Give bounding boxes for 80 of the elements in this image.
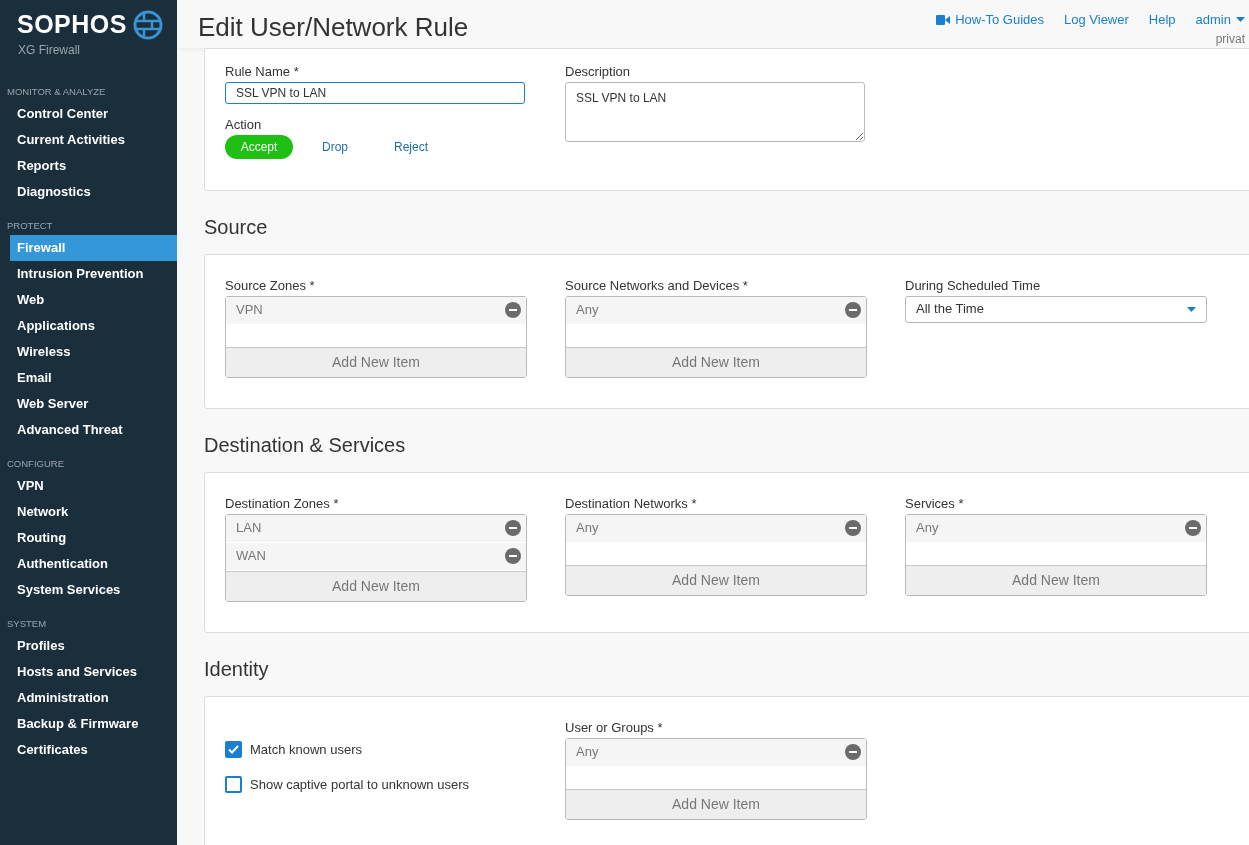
page-title: Edit User/Network Rule xyxy=(198,11,469,44)
checkbox[interactable] xyxy=(225,776,242,794)
nav-section-heading: PROTECT xyxy=(6,219,54,234)
nav-item[interactable]: Current Activities xyxy=(10,127,177,153)
caret-icon xyxy=(1187,306,1196,312)
field-label: Rule Name * xyxy=(225,62,300,81)
section-title: Identity xyxy=(204,656,270,682)
field-label: Services * xyxy=(905,494,965,513)
nav-item[interactable]: Reports xyxy=(10,153,177,179)
field-label: Source Networks and Devices * xyxy=(565,276,749,295)
checkbox-label: Show captive portal to unknown users xyxy=(250,776,469,794)
add-item-button[interactable]: Add New Item xyxy=(906,564,1206,595)
header-link[interactable]: admin xyxy=(1195,10,1245,30)
nav-item[interactable]: Backup & Firmware xyxy=(10,711,177,737)
nav-section-heading: MONITOR & ANALYZE xyxy=(6,85,107,100)
nav-item[interactable]: Administration xyxy=(10,685,177,711)
add-item-button[interactable]: Add New Item xyxy=(566,564,866,595)
nav-item[interactable]: Advanced Threat xyxy=(10,417,177,443)
add-item-button[interactable]: Add New Item xyxy=(566,788,866,819)
field-label: User or Groups * xyxy=(565,718,664,737)
nav-section-heading: SYSTEM xyxy=(6,617,48,632)
schedule-dropdown[interactable]: All the Time xyxy=(905,295,1207,323)
globe-icon xyxy=(133,9,163,40)
field-label: Destination Zones * xyxy=(225,494,340,513)
add-item-button[interactable]: Add New Item xyxy=(566,346,866,377)
checkbox[interactable] xyxy=(225,740,242,758)
list-item[interactable]: Any xyxy=(566,296,866,325)
list-item[interactable]: LAN xyxy=(226,514,526,543)
nav-item[interactable]: Web xyxy=(10,287,177,313)
nav-item[interactable]: Email xyxy=(10,365,177,391)
header-link[interactable]: How-To Guides xyxy=(936,10,1044,30)
input-field[interactable]: SSL VPN to LAN xyxy=(225,81,525,104)
nav-item[interactable]: Intrusion Prevention xyxy=(10,261,177,287)
remove-icon[interactable] xyxy=(505,548,521,564)
checkbox-label: Match known users xyxy=(250,740,362,759)
nav-item[interactable]: Certificates xyxy=(10,737,177,763)
description-field[interactable]: SSL VPN to LAN xyxy=(565,81,865,142)
nav-section-heading: CONFIGURE xyxy=(6,457,65,472)
field-label: Action xyxy=(225,115,263,134)
nav-item[interactable]: Applications xyxy=(10,313,177,339)
nav-item[interactable]: Routing xyxy=(10,525,177,551)
nav-item[interactable]: Diagnostics xyxy=(10,179,177,205)
nav-item[interactable]: Authentication xyxy=(10,551,177,577)
nav-item[interactable]: System Services xyxy=(10,577,177,603)
field-label: Destination Networks * xyxy=(565,494,698,513)
remove-icon[interactable] xyxy=(1185,520,1201,536)
nav-item[interactable]: Profiles xyxy=(10,633,177,659)
remove-icon[interactable] xyxy=(505,302,521,318)
nav-item[interactable]: Wireless xyxy=(10,339,177,365)
section-title: Destination & Services xyxy=(204,432,407,458)
remove-icon[interactable] xyxy=(845,520,861,536)
video-camera-icon xyxy=(936,14,951,25)
action-toggle[interactable]: Drop xyxy=(301,134,369,159)
list-item[interactable]: Any xyxy=(566,738,866,767)
remove-icon[interactable] xyxy=(845,302,861,318)
user-subtitle: privat xyxy=(1215,30,1245,48)
nav-item[interactable]: Control Center xyxy=(10,101,177,127)
header-link[interactable]: Log Viewer xyxy=(1064,10,1129,30)
action-toggle[interactable]: Reject xyxy=(377,134,445,159)
add-item-button[interactable]: Add New Item xyxy=(226,570,526,601)
remove-icon[interactable] xyxy=(505,520,521,536)
section-title: Source xyxy=(204,214,269,240)
nav-item[interactable]: Web Server xyxy=(10,391,177,417)
nav-item[interactable]: Hosts and Services xyxy=(10,659,177,685)
remove-icon[interactable] xyxy=(845,744,861,760)
field-label: During Scheduled Time xyxy=(905,276,1042,295)
field-label: Description xyxy=(565,62,632,81)
brand-logo-text: SOPHOS xyxy=(17,9,127,40)
nav-item[interactable]: Network xyxy=(10,499,177,525)
header-link[interactable]: Help xyxy=(1148,10,1176,30)
caret-icon xyxy=(1236,17,1245,23)
checkmark-icon xyxy=(228,744,239,754)
add-item-button[interactable]: Add New Item xyxy=(226,346,526,377)
list-item[interactable]: Any xyxy=(906,514,1206,543)
nav-item[interactable]: VPN xyxy=(10,473,177,499)
list-item[interactable]: VPN xyxy=(226,296,526,325)
product-name: XG Firewall xyxy=(18,41,81,59)
list-item[interactable]: Any xyxy=(566,514,866,543)
list-item[interactable]: WAN xyxy=(226,542,526,571)
field-label: Source Zones * xyxy=(225,276,316,295)
